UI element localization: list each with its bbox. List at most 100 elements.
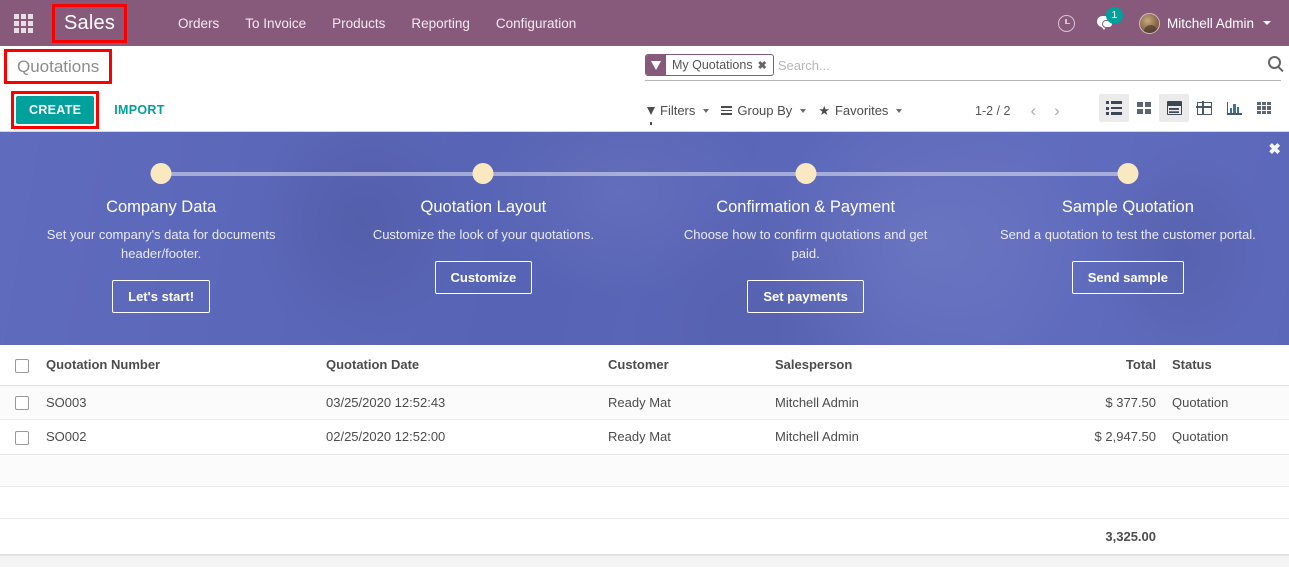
user-name: Mitchell Admin bbox=[1166, 15, 1254, 31]
view-button-graph[interactable] bbox=[1219, 94, 1249, 122]
quotations-list-view: Quotation Number Quotation Date Customer… bbox=[0, 345, 1289, 567]
column-header-quotation-number[interactable]: Quotation Number bbox=[38, 345, 318, 386]
view-button-list[interactable] bbox=[1099, 94, 1129, 122]
select-all-checkbox[interactable] bbox=[15, 358, 29, 373]
step-dot-row bbox=[0, 163, 323, 185]
top-navbar: Sales Orders To Invoice Products Reporti… bbox=[0, 0, 1289, 46]
list-view-icon bbox=[1106, 101, 1122, 115]
apps-menu-button[interactable] bbox=[0, 0, 46, 46]
search-input[interactable] bbox=[777, 55, 1260, 75]
pivot-view-icon bbox=[1196, 101, 1212, 115]
row-checkbox[interactable] bbox=[15, 396, 29, 411]
step-button-send-sample[interactable]: Send sample bbox=[1071, 261, 1184, 294]
facet-remove-icon[interactable]: ✖ bbox=[758, 59, 773, 72]
navbar-menu: Orders To Invoice Products Reporting Con… bbox=[165, 2, 589, 45]
cell-quotation-number: SO002 bbox=[38, 419, 318, 455]
menu-item-products[interactable]: Products bbox=[319, 2, 398, 45]
pager-next-button[interactable]: › bbox=[1046, 100, 1068, 121]
step-dot-row bbox=[644, 163, 967, 185]
table-total-row: 3,325.00 bbox=[0, 517, 1289, 555]
view-button-cohort[interactable] bbox=[1249, 94, 1279, 122]
cell-salesperson: Mitchell Admin bbox=[767, 419, 1069, 455]
app-brand-sales[interactable]: Sales bbox=[64, 12, 115, 35]
row-checkbox[interactable] bbox=[15, 430, 29, 445]
cell-quotation-number: SO003 bbox=[38, 385, 318, 421]
activities-button[interactable] bbox=[1050, 9, 1083, 38]
pager-count: 1-2 / 2 bbox=[975, 103, 1011, 118]
column-header-total[interactable]: Total bbox=[1069, 345, 1164, 386]
chevron-down-icon bbox=[1263, 21, 1271, 25]
onboarding-step-quotation-layout: Quotation Layout Customize the look of y… bbox=[322, 163, 645, 313]
messages-button[interactable]: 1 bbox=[1089, 6, 1127, 38]
step-dot bbox=[150, 163, 172, 184]
table-header-row: Quotation Number Quotation Date Customer… bbox=[0, 345, 1289, 386]
column-header-customer[interactable]: Customer bbox=[600, 345, 767, 386]
bars-icon bbox=[721, 105, 733, 116]
filters-dropdown[interactable]: Filters bbox=[645, 98, 719, 125]
page-title: Quotations bbox=[17, 57, 100, 76]
chevron-down-icon bbox=[703, 108, 710, 113]
menu-item-configuration[interactable]: Configuration bbox=[483, 2, 589, 45]
cell-total: $ 2,947.50 bbox=[1069, 419, 1164, 455]
cell-customer: Ready Mat bbox=[600, 385, 767, 421]
table-row[interactable]: SO002 02/25/2020 12:52:00 Ready Mat Mitc… bbox=[0, 419, 1289, 455]
step-title: Company Data bbox=[106, 198, 217, 216]
messages-badge: 1 bbox=[1105, 6, 1123, 24]
menu-item-to-invoice[interactable]: To Invoice bbox=[232, 2, 319, 45]
onboarding-step-company-data: Company Data Set your company's data for… bbox=[0, 163, 323, 313]
group-by-dropdown[interactable]: Group By bbox=[719, 98, 816, 123]
view-button-kanban[interactable] bbox=[1129, 94, 1159, 122]
column-header-salesperson[interactable]: Salesperson bbox=[767, 345, 1069, 386]
step-button-customize[interactable]: Customize bbox=[434, 261, 533, 294]
step-description: Customize the look of your quotations. bbox=[372, 227, 594, 242]
cell-quotation-date: 02/25/2020 12:52:00 bbox=[318, 419, 600, 455]
search-view: My Quotations ✖ bbox=[645, 54, 1281, 81]
favorites-dropdown[interactable]: ★ Favorites bbox=[816, 98, 912, 123]
import-button[interactable]: IMPORT bbox=[104, 96, 174, 124]
step-description: Send a quotation to test the customer po… bbox=[999, 227, 1256, 242]
column-header-status[interactable]: Status bbox=[1164, 345, 1289, 386]
onboarding-steps: Company Data Set your company's data for… bbox=[0, 132, 1289, 313]
view-switcher bbox=[1099, 94, 1279, 122]
row-select-cell bbox=[0, 385, 38, 421]
menu-item-reporting[interactable]: Reporting bbox=[398, 2, 483, 45]
step-button-lets-start[interactable]: Let's start! bbox=[112, 280, 211, 313]
onboarding-banner: ✖ Company Data Set your company's data f… bbox=[0, 132, 1289, 345]
pager-previous-button[interactable]: ‹ bbox=[1022, 100, 1044, 121]
calendar-view-icon bbox=[1166, 101, 1182, 115]
kanban-view-icon bbox=[1137, 102, 1151, 114]
menu-item-orders[interactable]: Orders bbox=[165, 2, 232, 45]
step-title: Sample Quotation bbox=[1061, 198, 1194, 216]
funnel-icon bbox=[647, 106, 655, 125]
user-menu[interactable]: Mitchell Admin bbox=[1133, 9, 1277, 38]
view-button-pivot[interactable] bbox=[1189, 94, 1219, 122]
apps-grid-icon bbox=[13, 13, 33, 33]
onboarding-step-confirmation-payment: Confirmation & Payment Choose how to con… bbox=[644, 163, 967, 313]
column-header-quotation-date[interactable]: Quotation Date bbox=[318, 345, 600, 386]
table-row[interactable]: SO003 03/25/2020 12:52:43 Ready Mat Mitc… bbox=[0, 385, 1289, 421]
cell-salesperson: Mitchell Admin bbox=[767, 385, 1069, 421]
cell-total: $ 377.50 bbox=[1069, 385, 1164, 421]
step-description: Choose how to confirm quotations and get… bbox=[683, 227, 928, 261]
star-icon: ★ bbox=[818, 103, 830, 118]
search-button[interactable] bbox=[1260, 56, 1281, 74]
step-title: Confirmation & Payment bbox=[716, 198, 896, 216]
step-dot-row bbox=[966, 163, 1289, 185]
total-value: 3,325.00 bbox=[1069, 517, 1164, 555]
search-options: Filters Group By ★ Favorites bbox=[645, 98, 912, 125]
create-button-wrap: CREATE bbox=[11, 91, 100, 129]
search-facet-my-quotations[interactable]: My Quotations ✖ bbox=[645, 54, 774, 76]
step-connector-line bbox=[966, 172, 1128, 176]
step-dot bbox=[795, 163, 817, 184]
step-button-set-payments[interactable]: Set payments bbox=[747, 280, 864, 313]
onboarding-step-sample-quotation: Sample Quotation Send a quotation to tes… bbox=[966, 163, 1289, 313]
view-button-calendar[interactable] bbox=[1159, 94, 1189, 122]
clock-icon bbox=[1057, 14, 1075, 32]
banner-close-icon[interactable]: ✖ bbox=[1268, 142, 1281, 157]
cell-quotation-date: 03/25/2020 12:52:43 bbox=[318, 385, 600, 421]
step-dot-row bbox=[322, 163, 645, 185]
filter-funnel-icon bbox=[646, 55, 666, 75]
chevron-down-icon bbox=[896, 108, 903, 113]
create-button[interactable]: CREATE bbox=[16, 96, 95, 124]
favorites-label: Favorites bbox=[834, 103, 889, 118]
